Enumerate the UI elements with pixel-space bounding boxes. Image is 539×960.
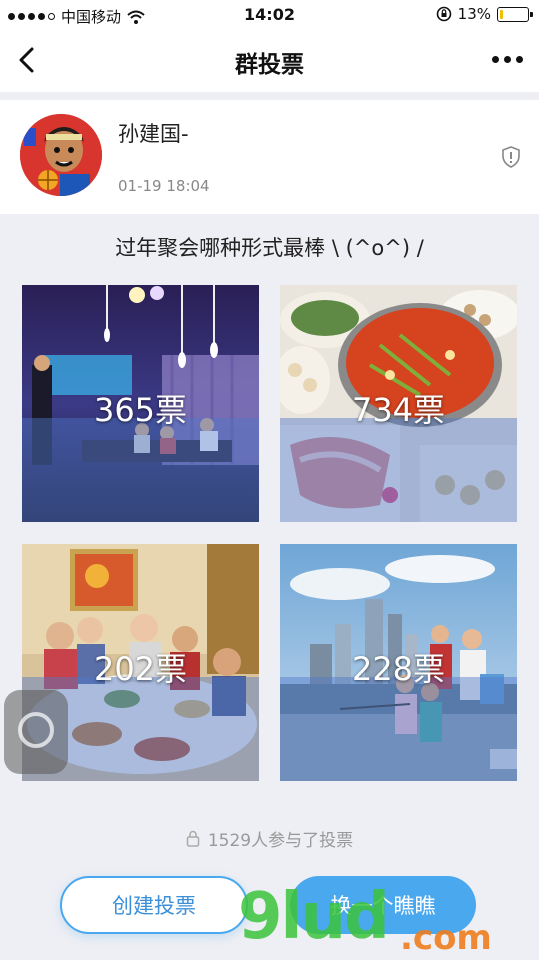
author-card: 孙建国- 01-19 18:04	[0, 100, 539, 214]
poll-question: 过年聚会哪种形式最棒 \ (^o^) /	[115, 236, 424, 260]
avatar[interactable]	[20, 114, 102, 196]
vote-count: 202票	[93, 650, 188, 688]
post-time: 01-19 18:04	[118, 177, 210, 195]
vote-overlay	[280, 417, 517, 522]
lock-icon	[186, 830, 200, 847]
participants-info: 1529人参与了投票	[0, 826, 539, 851]
battery-info: 13%	[436, 5, 533, 23]
battery-percent: 13%	[457, 5, 491, 23]
participants-text: 1529人参与了投票	[207, 831, 354, 851]
shield-icon[interactable]	[501, 146, 521, 168]
poll-option-travel[interactable]: 228票	[280, 544, 517, 781]
assistive-touch-button[interactable]	[4, 690, 68, 774]
vote-count: 228票	[351, 650, 446, 688]
more-dots-icon[interactable]	[492, 56, 523, 63]
status-bar: 中国移动 14:02 13%	[0, 0, 539, 30]
vote-count: 734票	[351, 391, 446, 429]
create-poll-button[interactable]: 创建投票	[60, 876, 248, 934]
author-name: 孙建国-	[118, 122, 189, 146]
nav-bar: 群投票	[0, 30, 539, 92]
page-title: 群投票	[235, 52, 304, 78]
vote-overlay	[280, 676, 517, 781]
vote-overlay	[22, 417, 259, 522]
watermark-logo: 9lud	[238, 880, 390, 954]
battery-icon	[497, 6, 533, 22]
poll-option-ktv[interactable]: 365票	[22, 285, 259, 522]
vote-count: 365票	[93, 391, 188, 429]
rotation-lock-icon	[436, 6, 451, 22]
poll-option-hotpot[interactable]: 734票	[280, 285, 517, 522]
watermark-domain: .com	[400, 918, 492, 958]
